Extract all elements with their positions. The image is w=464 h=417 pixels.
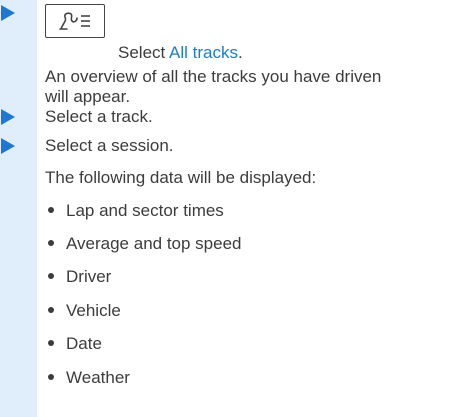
step1-suffix: .: [238, 43, 243, 62]
step2-instruction: Select a track.: [45, 107, 153, 126]
list-item-label: Driver: [66, 267, 112, 286]
all-tracks-link[interactable]: All tracks: [169, 43, 238, 62]
step1-result-line1: An overview of all the tracks you have d…: [45, 67, 382, 86]
list-item-label: Vehicle: [66, 301, 121, 320]
list-item-label: Average and top speed: [66, 234, 242, 253]
step1-prefix: Select: [118, 43, 170, 62]
list-item: Vehicle: [48, 300, 121, 322]
step3-instruction: Select a session.: [45, 136, 174, 155]
track-menu-icon: [59, 12, 90, 30]
bullet-icon: [48, 306, 54, 313]
bullet-icon: [48, 373, 54, 380]
bullet-icon: [48, 239, 54, 246]
list-item: Date: [48, 333, 102, 355]
track-menu-icon: [45, 4, 105, 38]
step-arrow-icon: [1, 109, 15, 125]
step1-result-line2: will appear.: [45, 87, 131, 106]
bullet-icon: [48, 206, 54, 213]
bullet-icon: [48, 339, 54, 346]
list-item: Weather: [48, 367, 130, 389]
list-item-label: Date: [66, 334, 102, 353]
instruction-sidebar: [0, 0, 37, 417]
list-item-label: Lap and sector times: [66, 201, 224, 220]
step-arrow-icon: [1, 138, 15, 154]
step-arrow-icon: [1, 5, 15, 21]
list-item: Average and top speed: [48, 233, 242, 255]
list-item-label: Weather: [66, 368, 130, 387]
data-intro: The following data will be displayed:: [45, 168, 317, 187]
list-item: Lap and sector times: [48, 200, 224, 222]
bullet-icon: [48, 272, 54, 279]
step1-instruction: Select All tracks.: [118, 42, 243, 64]
list-item: Driver: [48, 266, 111, 288]
